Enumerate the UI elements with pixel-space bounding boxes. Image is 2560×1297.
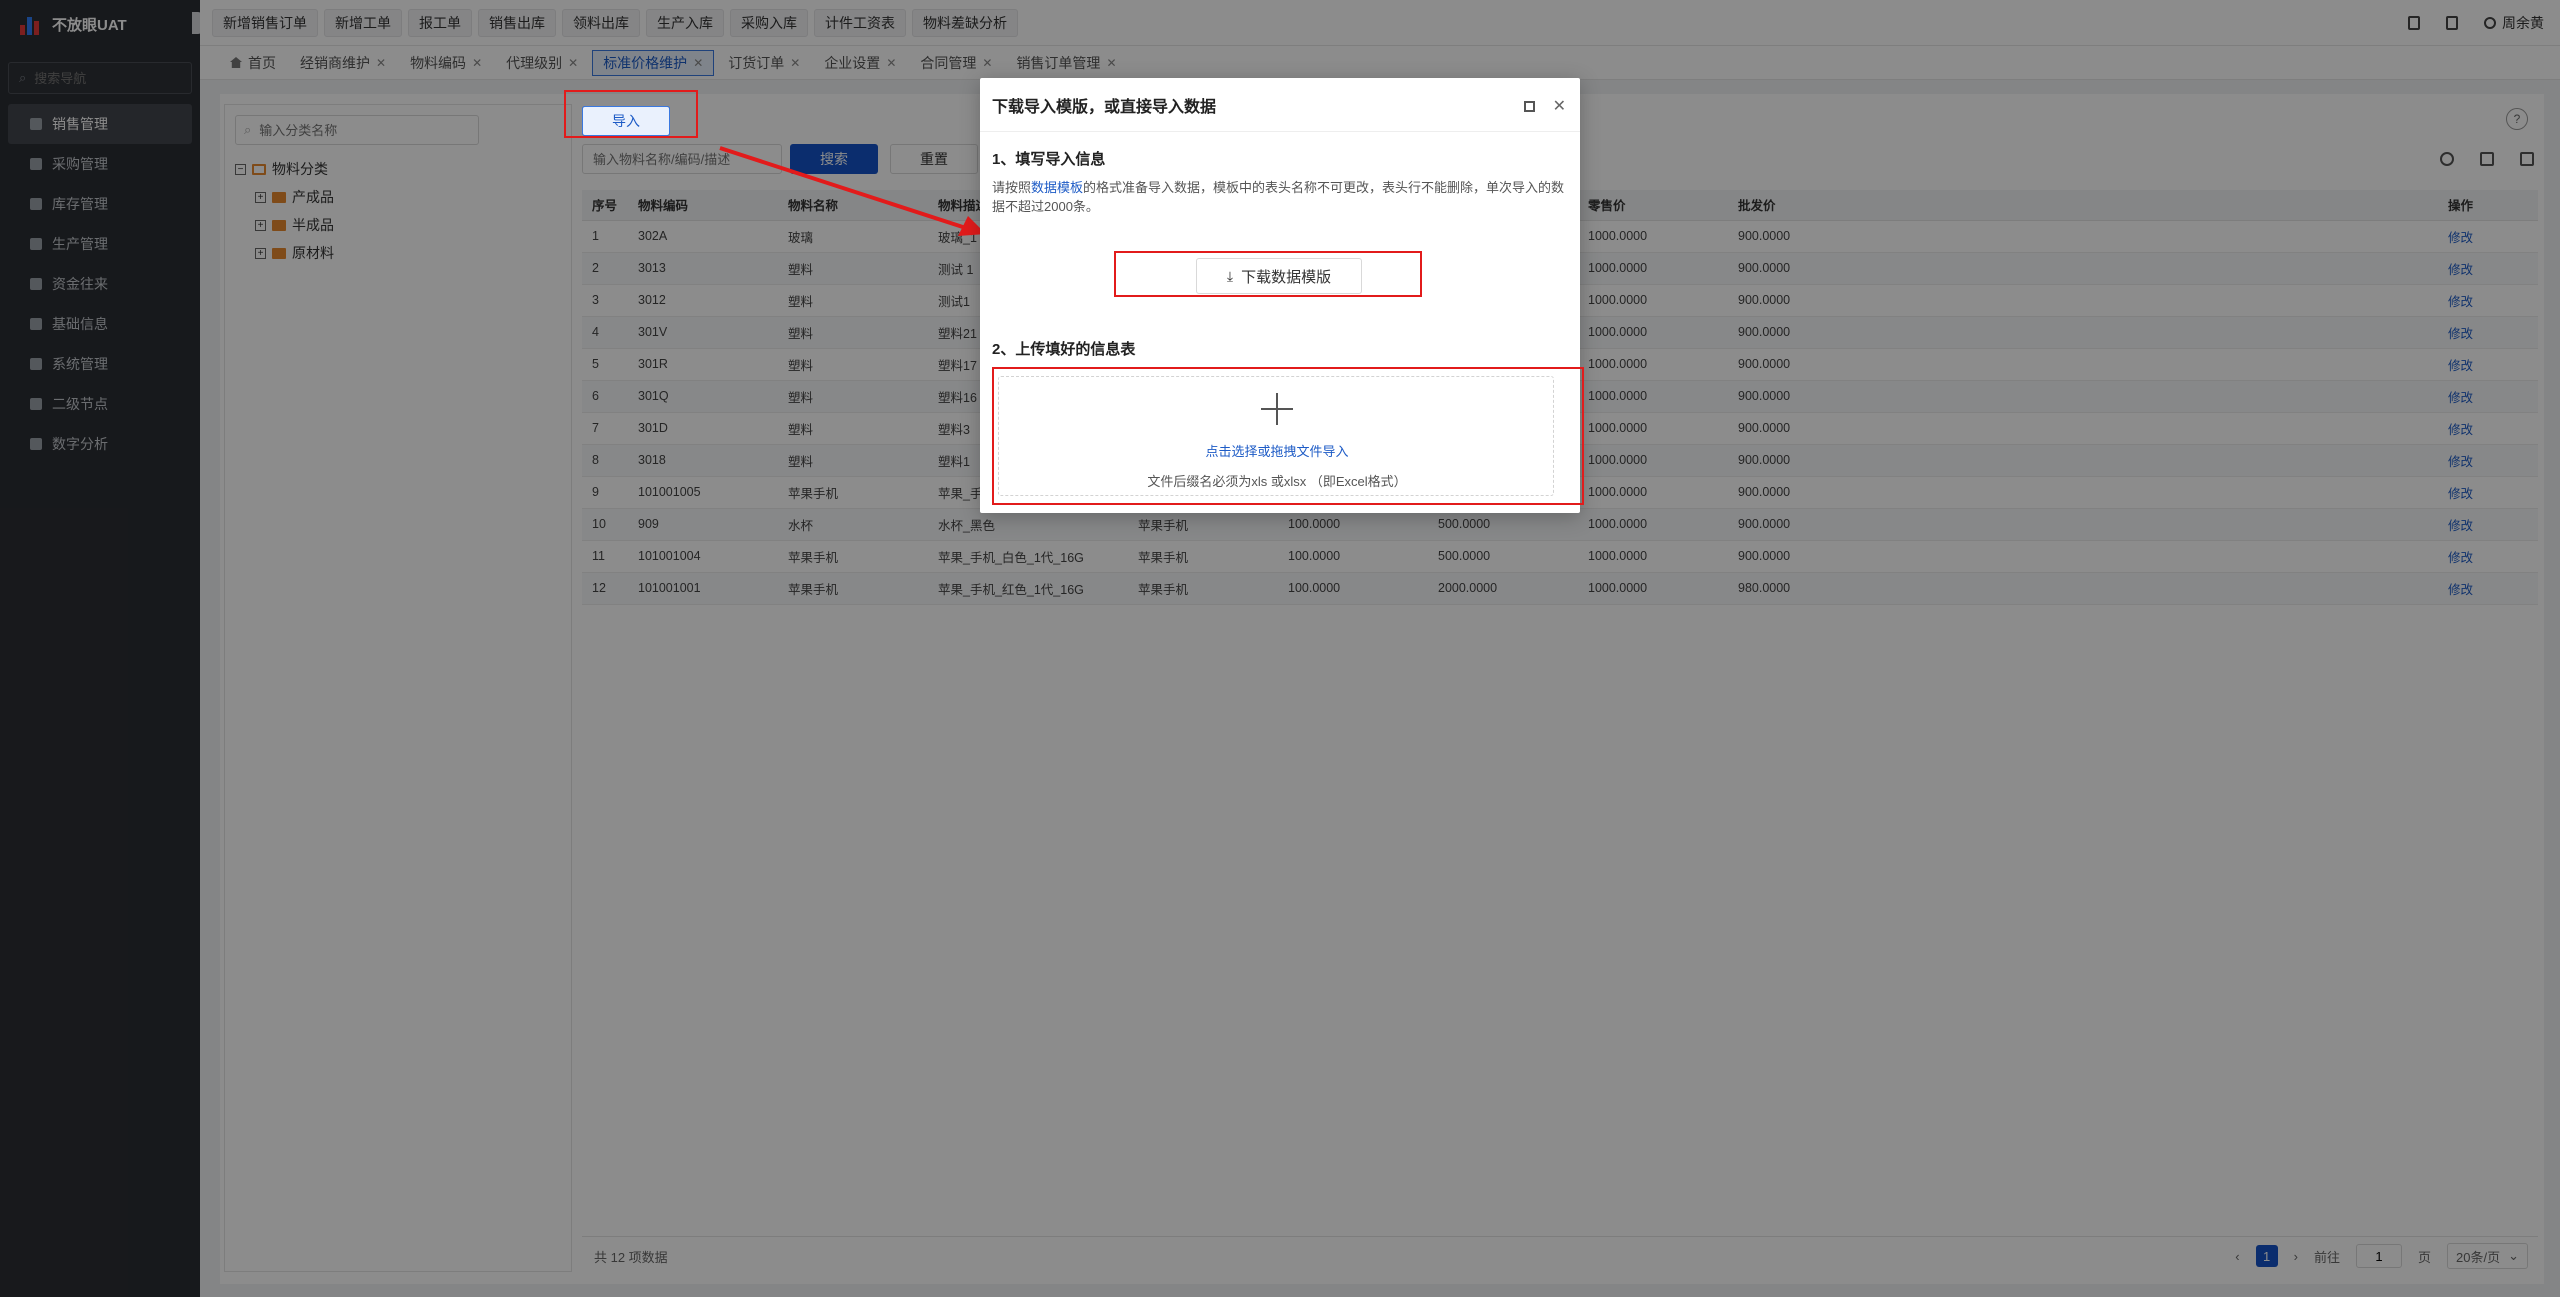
modal-title: 下载导入模版，或直接导入数据 (980, 78, 1580, 132)
template-link[interactable]: 数据模板 (1031, 180, 1083, 195)
annotation-box-import (564, 90, 698, 138)
fullscreen-icon[interactable] (1523, 100, 1535, 112)
step1-title: 1、填写导入信息 (992, 151, 1106, 168)
annotation-box-upload (992, 367, 1584, 505)
step2-title: 2、上传填好的信息表 (992, 341, 1136, 358)
modal-controls: ✕ (1523, 96, 1566, 116)
step1-desc: 请按照数据模板的格式准备导入数据，模板中的表头名称不可更改，表头行不能删除，单次… (992, 180, 1565, 214)
close-icon[interactable]: ✕ (1553, 96, 1566, 116)
annotation-box-download (1114, 251, 1422, 297)
